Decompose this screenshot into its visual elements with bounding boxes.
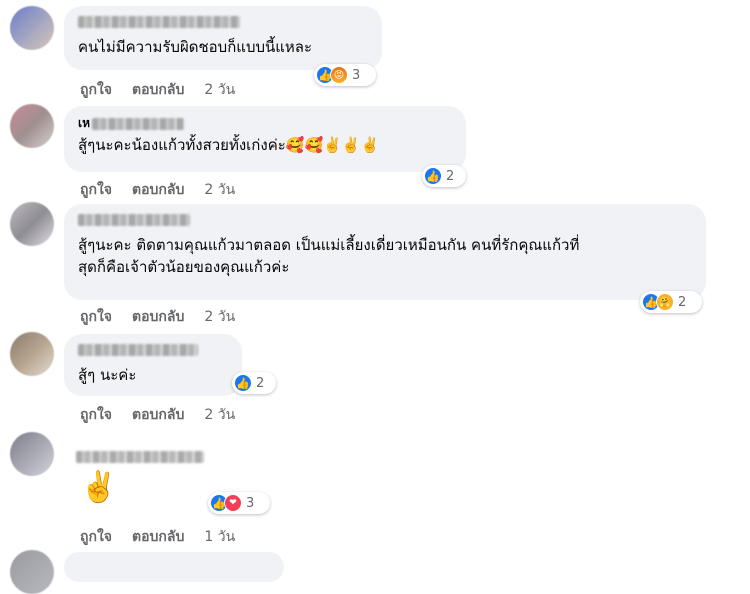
comment-actions: ถูกใจ ตอบกลับ 1 วัน bbox=[80, 526, 235, 548]
reaction-summary[interactable]: 👍 2 bbox=[232, 372, 276, 394]
timestamp[interactable]: 2 วัน bbox=[204, 404, 235, 426]
comment-text: สู้ๆนะคะน้องแก้วทั้งสวยทั้งเก่งค่ะ🥰🥰✌️✌️… bbox=[78, 136, 380, 154]
avatar[interactable] bbox=[10, 550, 54, 594]
like-action[interactable]: ถูกใจ bbox=[80, 526, 112, 548]
timestamp[interactable]: 2 วัน bbox=[204, 79, 235, 101]
timestamp[interactable]: 1 วัน bbox=[204, 526, 235, 548]
reaction-count: 2 bbox=[256, 375, 265, 391]
reaction-count: 2 bbox=[446, 168, 455, 184]
like-action[interactable]: ถูกใจ bbox=[80, 306, 112, 328]
commenter-name-blurred[interactable] bbox=[78, 214, 190, 226]
reply-action[interactable]: ตอบกลับ bbox=[132, 179, 184, 201]
reaction-summary[interactable]: 👍 😡 3 bbox=[314, 64, 376, 86]
commenter-name-blurred[interactable] bbox=[78, 344, 198, 356]
comment-bubble: สู้ๆ นะค่ะ bbox=[64, 334, 242, 396]
avatar[interactable] bbox=[10, 104, 54, 148]
reaction-count: 3 bbox=[246, 495, 255, 511]
like-icon: 👍 bbox=[424, 167, 442, 185]
like-icon: 👍 bbox=[234, 374, 252, 392]
comment-actions: ถูกใจ ตอบกลับ 2 วัน bbox=[80, 306, 235, 328]
comment-text: สู้ๆนะคะ ติดตามคุณแก้วมาตลอด เป็นแม่เลี้… bbox=[78, 236, 580, 276]
reply-action[interactable]: ตอบกลับ bbox=[132, 404, 184, 426]
commenter-name-prefix[interactable]: เห bbox=[78, 114, 90, 133]
reply-action[interactable]: ตอบกลับ bbox=[132, 79, 184, 101]
comment-bubble: คนไม่มีความรับผิดชอบก็แบบนี้แหละ bbox=[64, 6, 382, 70]
commenter-name-blurred[interactable] bbox=[92, 118, 185, 130]
reaction-count: 2 bbox=[678, 294, 687, 310]
avatar[interactable] bbox=[10, 432, 54, 476]
reply-action[interactable]: ตอบกลับ bbox=[132, 306, 184, 328]
reaction-count: 3 bbox=[352, 67, 361, 83]
reply-action[interactable]: ตอบกลับ bbox=[132, 526, 184, 548]
avatar[interactable] bbox=[10, 202, 54, 246]
timestamp[interactable]: 2 วัน bbox=[204, 306, 235, 328]
avatar[interactable] bbox=[10, 6, 54, 50]
love-icon: ❤ bbox=[224, 494, 242, 512]
care-icon: 🤗 bbox=[656, 293, 674, 311]
angry-icon: 😡 bbox=[330, 66, 348, 84]
comment-actions: ถูกใจ ตอบกลับ 2 วัน bbox=[80, 79, 235, 101]
comment-bubble: สู้ๆนะคะ ติดตามคุณแก้วมาตลอด เป็นแม่เลี้… bbox=[64, 204, 706, 300]
comment-text: สู้ๆ นะค่ะ bbox=[78, 366, 137, 384]
commenter-name-blurred[interactable] bbox=[78, 16, 240, 28]
comment-text: คนไม่มีความรับผิดชอบก็แบบนี้แหละ bbox=[78, 38, 313, 56]
like-action[interactable]: ถูกใจ bbox=[80, 79, 112, 101]
like-action[interactable]: ถูกใจ bbox=[80, 404, 112, 426]
reaction-summary[interactable]: 👍 🤗 2 bbox=[640, 291, 702, 313]
reaction-summary[interactable]: 👍 ❤ 3 bbox=[208, 492, 270, 514]
timestamp[interactable]: 2 วัน bbox=[204, 179, 235, 201]
comment-text: ✌️ bbox=[80, 470, 118, 505]
commenter-name-blurred[interactable] bbox=[76, 451, 204, 463]
like-action[interactable]: ถูกใจ bbox=[80, 179, 112, 201]
comment-bubble: เห สู้ๆนะคะน้องแก้วทั้งสวยทั้งเก่งค่ะ🥰🥰✌… bbox=[64, 106, 466, 172]
reaction-summary[interactable]: 👍 2 bbox=[422, 165, 466, 187]
avatar[interactable] bbox=[10, 332, 54, 376]
comment-bubble bbox=[64, 552, 284, 582]
comment-actions: ถูกใจ ตอบกลับ 2 วัน bbox=[80, 179, 235, 201]
comment-actions: ถูกใจ ตอบกลับ 2 วัน bbox=[80, 404, 235, 426]
